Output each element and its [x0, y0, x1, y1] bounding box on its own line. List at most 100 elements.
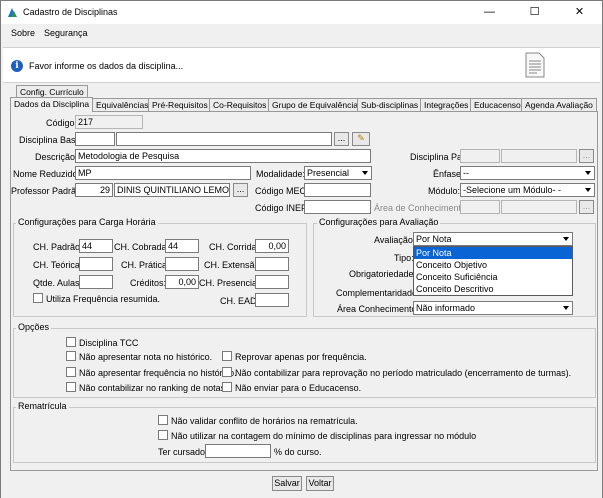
close-icon[interactable]: ✕: [557, 1, 602, 24]
codigo-inep-field[interactable]: [304, 200, 371, 214]
enfase-select[interactable]: --: [460, 166, 595, 180]
ch-padrao-label: CH. Padrão:: [33, 242, 83, 252]
tab-agenda-avaliacao[interactable]: Agenda Avaliação: [521, 98, 597, 111]
ch-extensao-field[interactable]: [255, 257, 289, 271]
ch-padrao-field[interactable]: 44: [79, 239, 113, 253]
obrigatoriedade-label: Obrigatoriedade:: [349, 269, 417, 279]
rematricula-checkbox[interactable]: [158, 430, 168, 440]
avaliacao-value: Por Nota: [416, 234, 452, 244]
creditos-field[interactable]: 0,00: [165, 275, 199, 289]
codigo-label: Código:: [46, 118, 78, 128]
opcao-label: Não contabilizar para reprovação no perí…: [235, 368, 572, 378]
complementaridade-label: Complementaridade:: [336, 288, 420, 298]
qtde-aulas-field[interactable]: [79, 275, 113, 289]
professor-search-button[interactable]: ...: [233, 183, 248, 197]
ch-corrida-field[interactable]: 0,00: [255, 239, 289, 253]
disciplina-base-code-field[interactable]: [75, 132, 115, 146]
ter-cursado-label: Ter cursado:: [158, 447, 208, 457]
app-icon: [8, 8, 17, 17]
tipo-label: Tipo:: [394, 253, 414, 263]
opcao-checkbox[interactable]: [222, 351, 232, 361]
tab-co-requisitos[interactable]: Co-Requisitos: [209, 98, 271, 111]
area-conhecimento-name-field: [501, 200, 577, 214]
opcoes-title: Opções: [16, 322, 52, 332]
chevron-down-icon: [585, 188, 591, 192]
ch-presencial-field[interactable]: [255, 275, 289, 289]
disciplina-base-search-button[interactable]: ...: [334, 132, 349, 146]
qtde-aulas-label: Qtde. Aulas:: [33, 278, 83, 288]
opcao-label: Disciplina TCC: [79, 338, 139, 348]
area-conhecimento-search-button[interactable]: ...: [579, 200, 594, 214]
back-button[interactable]: Voltar: [306, 476, 334, 491]
chevron-down-icon: [563, 306, 569, 310]
modulo-value: -Selecione um Módulo- -: [463, 185, 562, 195]
modalidade-value: Presencial: [307, 168, 350, 178]
modulo-select[interactable]: -Selecione um Módulo- -: [460, 183, 595, 197]
tab-pre-requisitos[interactable]: Pré-Requisitos: [148, 98, 212, 111]
ch-corrida-label: CH. Corrida:: [209, 242, 260, 252]
carga-horaria-title: Configurações para Carga Horária: [16, 217, 158, 227]
info-message: Favor informe os dados da disciplina...: [29, 61, 184, 71]
ch-pratica-field[interactable]: [165, 257, 199, 271]
ter-cursado-field[interactable]: [205, 444, 271, 458]
tab-integracoes[interactable]: Integrações: [420, 98, 473, 111]
frequencia-resumida-checkbox[interactable]: [33, 293, 43, 303]
modalidade-select[interactable]: Presencial: [304, 166, 372, 180]
ch-ead-field[interactable]: [255, 293, 289, 307]
avaliacao-option[interactable]: Conceito Suficiência: [414, 271, 572, 283]
avaliacao-select[interactable]: Por Nota: [413, 232, 573, 246]
document-icon: [525, 52, 545, 78]
ch-cobrada-field[interactable]: 44: [165, 239, 199, 253]
nome-reduzido-field[interactable]: MP: [75, 166, 251, 180]
opcao-label: Não apresentar frequência no histórico.: [79, 368, 237, 378]
pencil-icon[interactable]: ✎: [352, 132, 370, 146]
menu-bar: Sobre Segurança: [1, 25, 602, 42]
opcao-checkbox[interactable]: [222, 382, 232, 392]
professor-name-field[interactable]: DINIS QUINTILIANO LEMOS: [114, 183, 230, 197]
ch-teorica-field[interactable]: [79, 257, 113, 271]
opcao-checkbox[interactable]: [222, 367, 232, 377]
title-bar: Cadastro de Disciplinas — ☐ ✕: [1, 1, 602, 24]
opcao-label: Não contabilizar no ranking de notas.: [79, 383, 228, 393]
maximize-icon[interactable]: ☐: [512, 1, 557, 24]
menu-sobre[interactable]: Sobre: [11, 28, 35, 38]
minimize-icon[interactable]: —: [467, 1, 512, 24]
descricao-field[interactable]: Metodologia de Pesquisa: [75, 149, 371, 163]
menu-seguranca[interactable]: Segurança: [44, 28, 88, 38]
codigo-mec-label: Código MEC:: [255, 186, 309, 196]
professor-code-field[interactable]: 29: [75, 183, 113, 197]
area-avaliacao-select[interactable]: Não informado: [413, 301, 573, 315]
tab-sub-disciplinas[interactable]: Sub-disciplinas: [357, 98, 423, 111]
opcao-checkbox[interactable]: [66, 382, 76, 392]
opcao-checkbox[interactable]: [66, 367, 76, 377]
ter-cursado-suffix: % do curso.: [274, 447, 322, 457]
window-title: Cadastro de Disciplinas: [23, 7, 118, 17]
opcao-checkbox[interactable]: [66, 351, 76, 361]
tab-dados-disciplina[interactable]: Dados da Disciplina: [10, 97, 94, 112]
avaliacao-option[interactable]: Conceito Descritivo: [414, 283, 572, 295]
disciplina-base-name-field[interactable]: [116, 132, 332, 146]
ch-ead-label: CH. EAD:: [220, 296, 260, 306]
ch-presencial-label: CH. Presencial:: [199, 278, 262, 288]
opcao-checkbox[interactable]: [66, 337, 76, 347]
codigo-field: 217: [75, 115, 143, 129]
rematricula-checkbox[interactable]: [158, 415, 168, 425]
disciplina-pai-label: Disciplina Pai:: [410, 152, 467, 162]
disciplina-pai-search-button[interactable]: ...: [579, 149, 594, 163]
enfase-label: Ênfase:: [433, 169, 464, 179]
main-window: Cadastro de Disciplinas — ☐ ✕ Sobre Segu…: [0, 0, 603, 498]
avaliacao-option[interactable]: Conceito Objetivo: [414, 259, 572, 271]
ch-pratica-label: CH. Prática:: [121, 260, 170, 270]
rematricula-label: Não validar conflito de horários na rema…: [171, 416, 358, 426]
save-button[interactable]: Salvar: [272, 476, 302, 491]
area-avaliacao-value: Não informado: [416, 303, 476, 313]
info-icon: i: [11, 60, 23, 72]
tab-grupo-equivalencia[interactable]: Grupo de Equivalência: [268, 98, 363, 111]
modulo-label: Módulo:: [428, 186, 461, 196]
avaliacao-option[interactable]: Por Nota: [414, 247, 572, 259]
tab-equivalencias[interactable]: Equivalências: [92, 98, 153, 111]
opcao-label: Reprovar apenas por frequência.: [235, 352, 367, 362]
tab-educacenso[interactable]: Educacenso: [470, 98, 525, 111]
disciplina-base-label: Disciplina Base:: [19, 135, 84, 145]
codigo-mec-field[interactable]: [304, 183, 371, 197]
